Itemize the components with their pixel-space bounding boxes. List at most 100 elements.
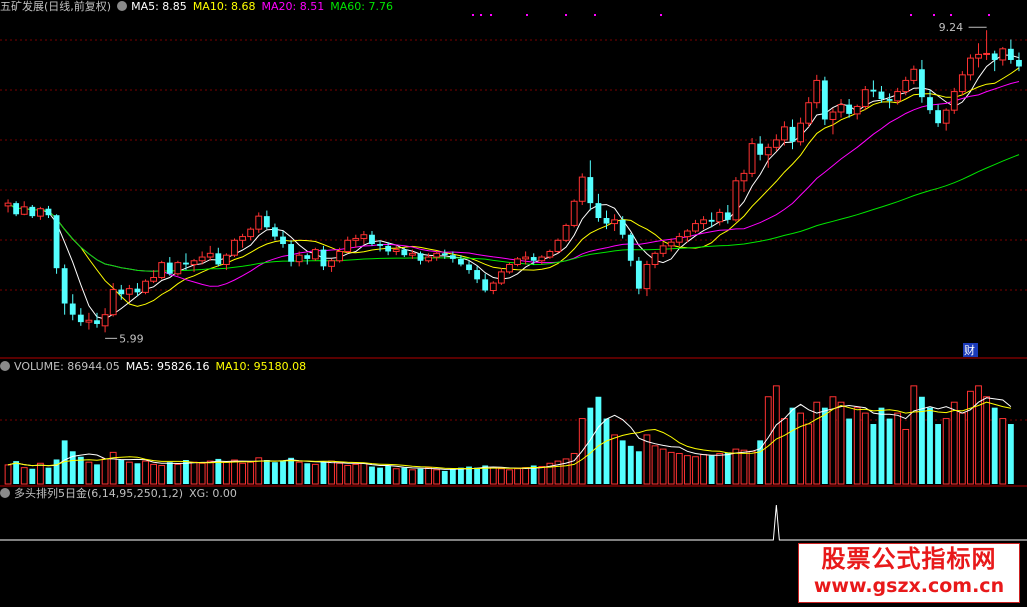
volume-bar <box>417 468 424 484</box>
candle-body <box>530 257 537 261</box>
candle-body <box>683 230 691 238</box>
candle <box>797 117 805 146</box>
volume-bar <box>247 461 255 485</box>
volume-bar <box>748 450 756 485</box>
stock-title: 五矿发展(日线,前复权) <box>0 0 112 13</box>
candle <box>377 240 383 252</box>
volume-bar <box>538 466 546 485</box>
candle-body <box>740 172 748 182</box>
candle <box>587 160 594 211</box>
volume-bar <box>85 461 93 485</box>
volume-bar <box>474 467 481 484</box>
volume-bar <box>651 445 659 485</box>
candle-body <box>4 202 12 207</box>
volume-bars[interactable] <box>4 385 1014 485</box>
volume-bar <box>861 412 869 485</box>
candle-body <box>675 236 683 243</box>
candle <box>328 258 335 272</box>
volume-bar <box>328 460 335 485</box>
candle <box>740 169 748 192</box>
candle <box>45 205 52 218</box>
candle-body <box>902 79 910 93</box>
volume-bar <box>603 418 610 484</box>
candle-body <box>1007 48 1014 60</box>
candle-body <box>506 263 513 273</box>
candle-body <box>295 254 303 263</box>
candle-body <box>853 105 861 115</box>
candle <box>861 86 869 111</box>
candle <box>255 212 263 233</box>
candle-body <box>255 215 263 230</box>
candle <box>675 232 683 246</box>
volume-bar <box>514 468 521 485</box>
volume-bar <box>45 467 52 484</box>
settings-dot-icon[interactable] <box>0 488 10 498</box>
candle <box>950 87 958 114</box>
candle-body <box>813 79 821 104</box>
volume-bar <box>94 464 100 484</box>
candle-body <box>239 236 246 241</box>
candle <box>109 283 117 317</box>
candlestick-series[interactable] <box>4 30 1022 333</box>
candle-body <box>69 303 76 315</box>
volume-bar <box>878 407 885 484</box>
candle-body <box>425 256 432 262</box>
volume-bar <box>789 407 796 484</box>
volume-bar <box>724 452 731 484</box>
candle <box>466 260 472 274</box>
volume-value: VOLUME: 86944.05 <box>14 360 120 373</box>
candle <box>69 294 76 321</box>
volume-bar <box>311 463 319 485</box>
candle <box>643 260 651 297</box>
watermark-logo: 股票公式指标网 www.gszx.com.cn <box>798 543 1020 603</box>
settings-dot-icon[interactable] <box>0 361 10 371</box>
volume-bar <box>190 461 198 485</box>
candle <box>772 134 780 152</box>
candle <box>360 231 368 245</box>
candle-body <box>206 252 214 258</box>
candle <box>627 232 634 267</box>
candle <box>77 308 84 326</box>
candle <box>53 214 60 274</box>
volume-bar <box>433 469 441 485</box>
candle <box>651 251 659 269</box>
candle <box>247 227 255 241</box>
candle-body <box>377 244 383 246</box>
volume-bar <box>910 385 918 485</box>
candle-body <box>166 262 173 274</box>
volume-bar <box>222 461 230 485</box>
candle <box>36 206 44 220</box>
candle-body <box>320 249 327 267</box>
candle <box>392 245 400 256</box>
volume-bar <box>174 463 182 485</box>
candle-body <box>667 241 675 247</box>
candle-body <box>627 234 634 261</box>
candle <box>635 257 642 295</box>
candle-body <box>975 53 982 59</box>
candle <box>125 284 133 302</box>
candle <box>288 240 295 267</box>
candle <box>320 245 327 271</box>
candle-body <box>562 224 570 241</box>
indicator-name: 多头排列5日金(6,14,95,250,1,2) <box>14 487 184 500</box>
candle <box>546 249 554 259</box>
stock-chart[interactable]: 9.24 5.99 财 <box>0 0 1027 607</box>
candle <box>983 30 991 60</box>
volume-bar <box>950 401 958 485</box>
candle-body <box>369 234 375 245</box>
candle-body <box>659 245 667 254</box>
settings-dot-icon[interactable] <box>117 1 128 11</box>
candle <box>813 74 821 109</box>
volume-bar <box>958 412 966 485</box>
candle <box>263 210 270 230</box>
volume-bar <box>20 467 28 485</box>
volume-bar <box>991 407 998 484</box>
candle <box>61 264 68 315</box>
annotations: 9.24 5.99 财 <box>105 14 990 357</box>
candle <box>757 136 764 161</box>
volume-bar <box>369 466 375 484</box>
volume-bar <box>837 401 845 485</box>
volume-bar <box>458 467 464 484</box>
candle <box>239 233 246 248</box>
ma20-line <box>7 81 1020 287</box>
